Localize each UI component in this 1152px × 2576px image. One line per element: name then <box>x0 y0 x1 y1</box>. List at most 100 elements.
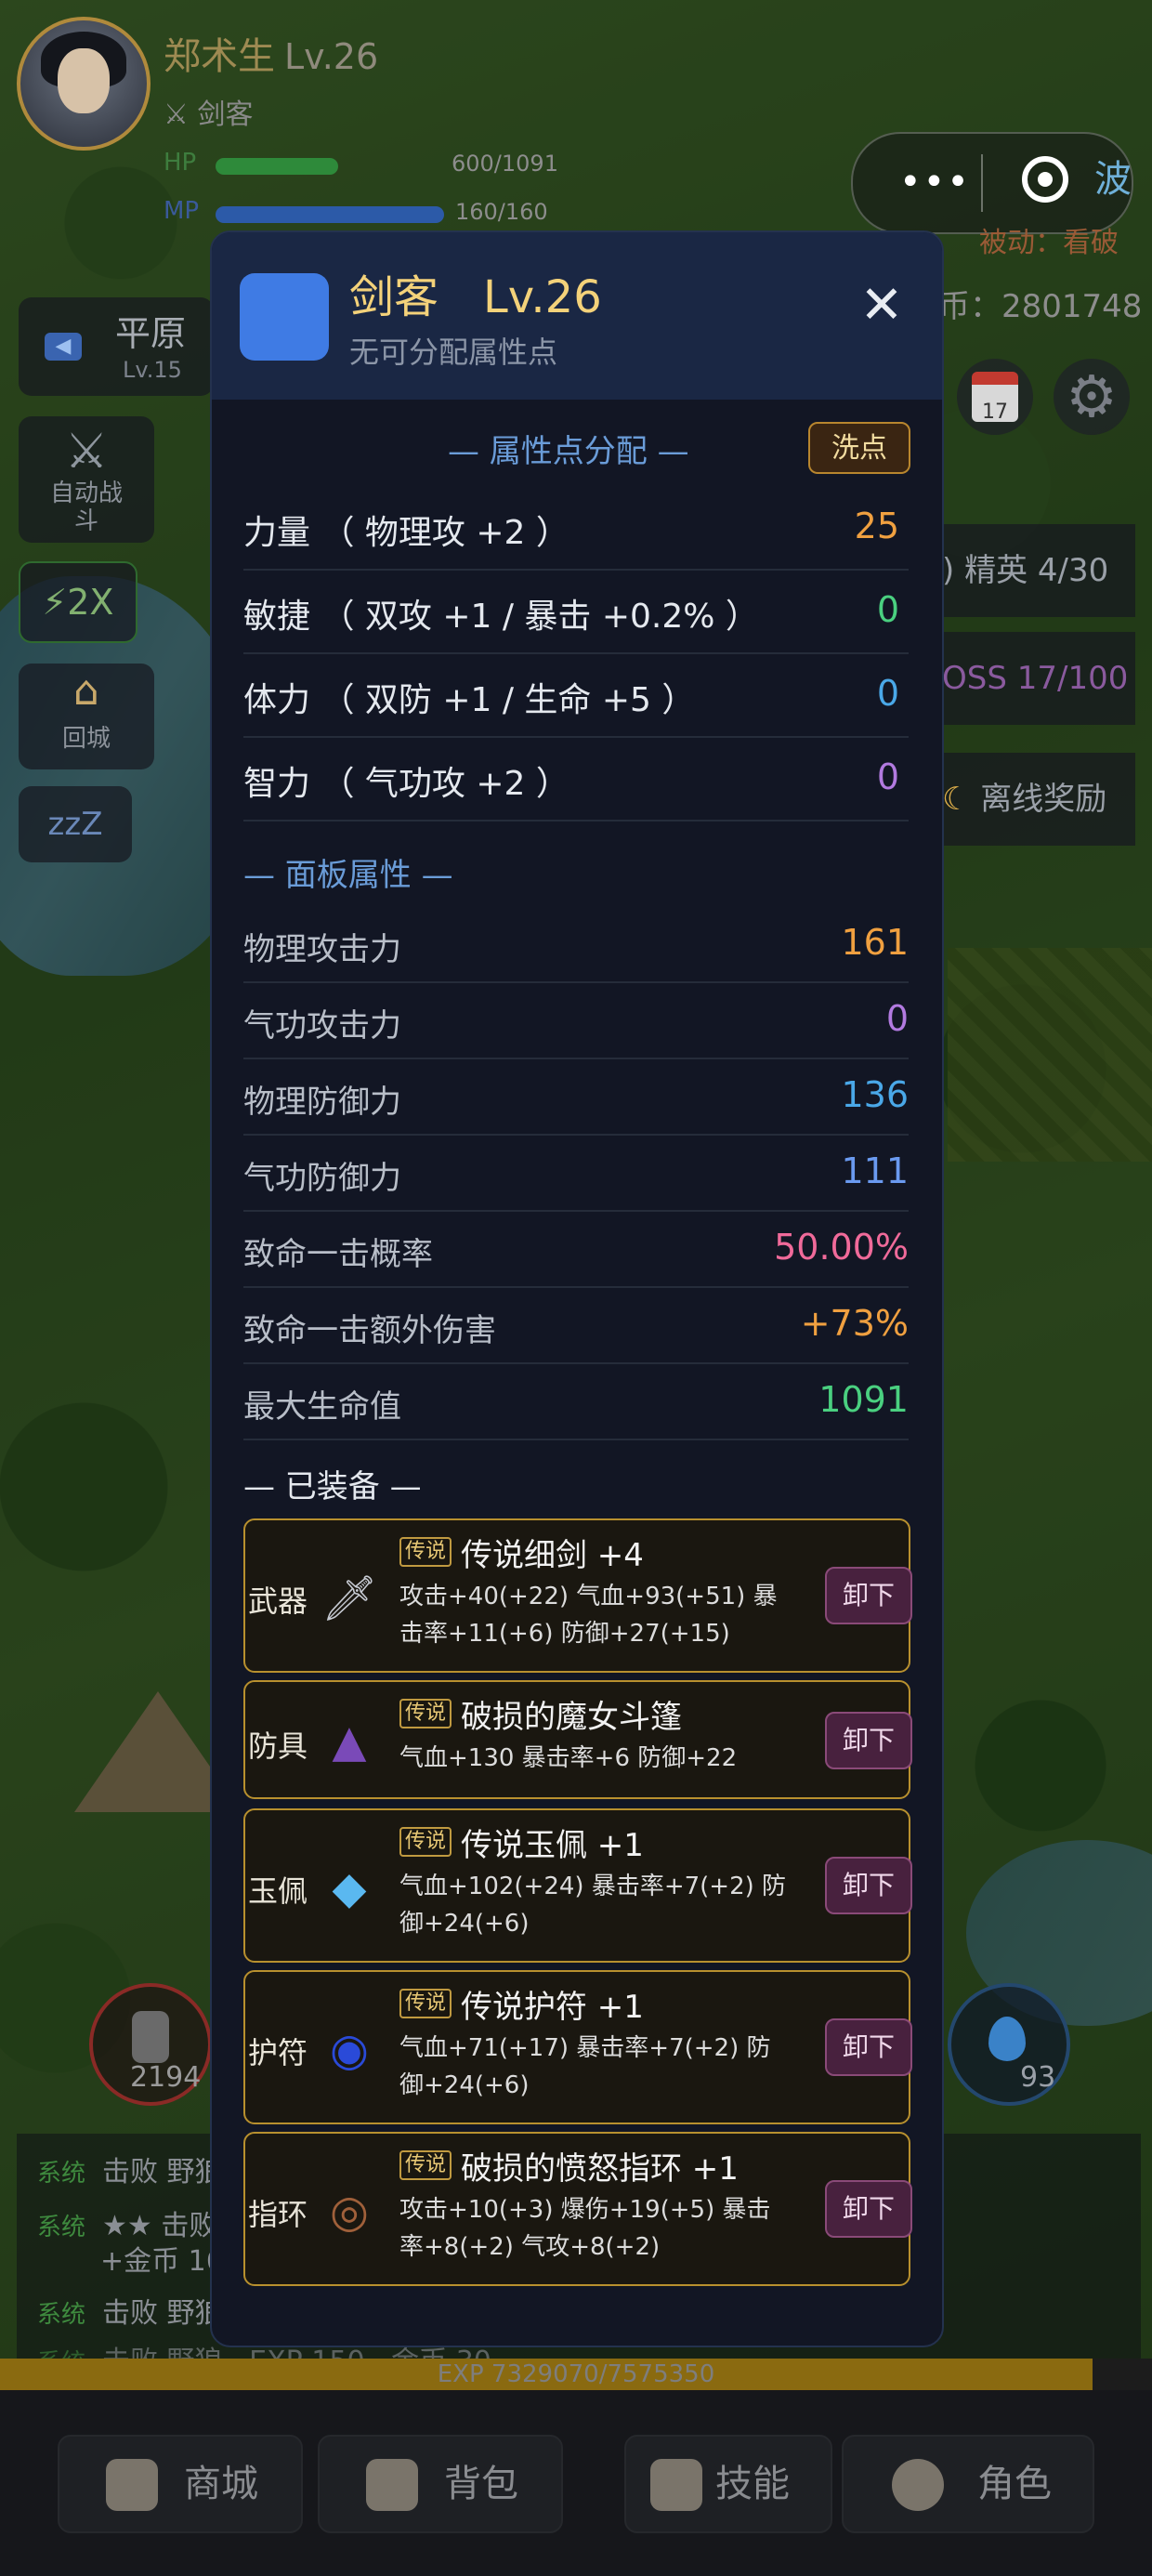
equipment-stats: 气血+71(+17) 暴击率+7(+2) 防御+24(+6) <box>399 2034 771 2099</box>
mp-value: 160/160 <box>455 199 548 225</box>
equipment-name: 破损的愤怒指环 +1 <box>461 2150 739 2188</box>
equipment-name: 传说玉佩 +1 <box>461 1827 644 1864</box>
nav-shop[interactable]: 商城 <box>58 2435 303 2533</box>
mp-potion-count: 93 <box>1020 2061 1056 2094</box>
equipment-stats: 气血+130 暴击率+6 防御+22 <box>399 1744 738 1772</box>
cloak-icon: ▲ <box>332 1715 367 1768</box>
log-line: 系统 击败 野狼 <box>37 2297 223 2330</box>
sword-icon: 🗡 <box>321 1572 378 1624</box>
bottom-nav: 商城 背包 技能 角色 <box>0 2390 1152 2576</box>
log-line: 系统 击败 野狼 <box>37 2156 223 2188</box>
unequip-button[interactable]: 卸下 <box>825 1712 912 1769</box>
backpack-icon <box>366 2459 418 2511</box>
ring-icon: ◎ <box>330 2186 369 2238</box>
mp-label: MP <box>164 197 200 225</box>
player-class: ⚔ 剑客 <box>164 99 254 131</box>
equipment-card-weapon[interactable]: 武器 🗡 传说 传说细剑 +4 攻击+40(+22) 气血+93(+51) 暴击… <box>243 1518 912 1673</box>
hp-value: 600/1091 <box>452 151 558 177</box>
panel-stat-row: 物理攻击力 161 <box>243 907 909 983</box>
mp-potion-button[interactable]: 93 <box>948 1983 1070 2106</box>
crossed-swords-icon: ⚔ <box>164 99 189 131</box>
attribute-value: 25 <box>854 506 899 546</box>
gold-counter: 币：2801748 <box>938 288 1143 325</box>
attribute-value: 0 <box>876 756 899 797</box>
equipment-name: 传说细剑 +4 <box>461 1537 644 1574</box>
moon-icon: ☾ <box>942 781 971 818</box>
wave-label: 波 <box>1094 158 1132 201</box>
panel-stat-row: 最大生命值 1091 <box>243 1364 909 1440</box>
rarity-badge: 传说 <box>399 2150 452 2180</box>
hp-bar <box>216 158 338 175</box>
rarity-badge: 传说 <box>399 1537 452 1567</box>
offline-reward-button[interactable]: ☾ 离线奖励 <box>925 753 1135 846</box>
hp-label: HP <box>164 149 197 177</box>
rarity-badge: 传说 <box>399 1989 452 2018</box>
equipment-card-pendant[interactable]: 玉佩 ◆ 传说 传说玉佩 +1 气血+102(+24) 暴击率+7(+2) 防御… <box>243 1808 912 1963</box>
unequip-button[interactable]: 卸下 <box>825 1567 912 1624</box>
panel-stat-row: 致命一击额外伤害 +73% <box>243 1288 909 1364</box>
equipment-name: 传说护符 +1 <box>461 1989 644 2026</box>
back-arrow-icon: ◀ <box>45 333 82 361</box>
speed-toggle-button[interactable]: ⚡2X <box>19 561 137 643</box>
amulet-icon: ◉ <box>330 2024 369 2076</box>
hp-potion-count: 2194 <box>130 2061 202 2094</box>
rarity-badge: 传说 <box>399 1699 452 1728</box>
diamond-icon: ◆ <box>332 1862 367 1914</box>
equipment-card-armor[interactable]: 防具 ▲ 传说 破损的魔女斗篷 气血+130 暴击率+6 防御+22 卸下 <box>243 1680 912 1799</box>
passive-skill-text: 被动：看破 <box>979 227 1119 259</box>
sleep-button[interactable]: zzZ <box>19 786 132 862</box>
class-icon <box>240 273 329 361</box>
house-icon: ⌂ <box>73 667 99 715</box>
unequip-button[interactable]: 卸下 <box>825 1857 912 1914</box>
unequip-button[interactable]: 卸下 <box>825 2018 912 2076</box>
player-level: Lv.26 <box>284 36 379 77</box>
panel-section-title: — 面板属性 — <box>243 857 453 894</box>
close-target-icon[interactable] <box>1022 156 1068 203</box>
elite-counter[interactable]: ) 精英 4/30 <box>925 524 1135 617</box>
calendar-icon[interactable]: 17 <box>957 359 1033 435</box>
slot-label: 指环 <box>247 2197 308 2232</box>
shopping-bag-icon <box>106 2459 158 2511</box>
player-avatar[interactable] <box>17 17 151 151</box>
attribute-value: 0 <box>876 589 899 630</box>
equipment-card-amulet[interactable]: 护符 ◉ 传说 传说护符 +1 气血+71(+17) 暴击率+7(+2) 防御+… <box>243 1970 912 2124</box>
equipment-stats: 攻击+40(+22) 气血+93(+51) 暴击率+11(+6) 防御+27(+… <box>399 1583 778 1648</box>
region-selector[interactable]: ◀ 平原 Lv.15 <box>19 297 214 396</box>
equipment-name: 破损的魔女斗篷 <box>461 1699 682 1736</box>
attr-section-title: — 属性点分配 — <box>448 433 689 470</box>
slot-label: 护符 <box>247 2035 308 2070</box>
close-icon[interactable]: ✕ <box>849 273 914 338</box>
jar-icon <box>132 2011 169 2063</box>
nav-skills[interactable]: 技能 <box>624 2435 832 2533</box>
character-icon <box>892 2459 944 2511</box>
region-name: 平原 <box>115 313 187 354</box>
attribute-row: 力量 （ 物理攻 +2 ） 25 <box>243 485 909 571</box>
hp-potion-button[interactable]: 2194 <box>89 1983 212 2106</box>
nav-bag[interactable]: 背包 <box>318 2435 563 2533</box>
more-icon[interactable]: ••• <box>899 164 971 201</box>
unequip-button[interactable]: 卸下 <box>825 2180 912 2238</box>
return-town-button[interactable]: ⌂ 回城 <box>19 664 154 769</box>
water-drop-icon <box>988 2017 1026 2061</box>
equipment-card-ring[interactable]: 指环 ◎ 传说 破损的愤怒指环 +1 攻击+10(+3) 爆伤+19(+5) 暴… <box>243 2132 912 2286</box>
log-line: +金币 16 <box>100 2245 224 2278</box>
attribute-row: 敏捷 （ 双攻 +1 / 暴击 +0.2% ） 0 <box>243 569 909 654</box>
equipment-stats: 气血+102(+24) 暴击率+7(+2) 防御+24(+6) <box>399 1873 787 1938</box>
character-attribute-modal: 剑客 Lv.26 无可分配属性点 ✕ — 属性点分配 — 洗点 力量 （ 物理攻… <box>210 230 944 2347</box>
exp-text: EXP 7329070/7575350 <box>437 2360 715 2388</box>
boss-counter[interactable]: OSS 17/100 <box>925 632 1135 725</box>
modal-title: 剑客 Lv.26 <box>349 271 602 323</box>
modal-header: 剑客 Lv.26 无可分配属性点 ✕ <box>212 232 942 400</box>
mp-bar <box>216 206 444 223</box>
region-level: Lv.15 <box>123 357 182 383</box>
attribute-value: 0 <box>876 673 899 714</box>
gear-icon[interactable]: ⚙ <box>1054 359 1130 435</box>
rarity-badge: 传说 <box>399 1827 452 1857</box>
equipped-section-title: — 已装备 — <box>243 1468 422 1505</box>
reset-points-button[interactable]: 洗点 <box>808 422 910 474</box>
nav-character[interactable]: 角色 <box>842 2435 1094 2533</box>
panel-stat-row: 气功攻击力 0 <box>243 983 909 1059</box>
modal-subtitle: 无可分配属性点 <box>349 335 558 370</box>
auto-battle-button[interactable]: ⚔ 自动战斗 <box>19 416 154 543</box>
attribute-row: 智力 （ 气功攻 +2 ） 0 <box>243 736 909 821</box>
